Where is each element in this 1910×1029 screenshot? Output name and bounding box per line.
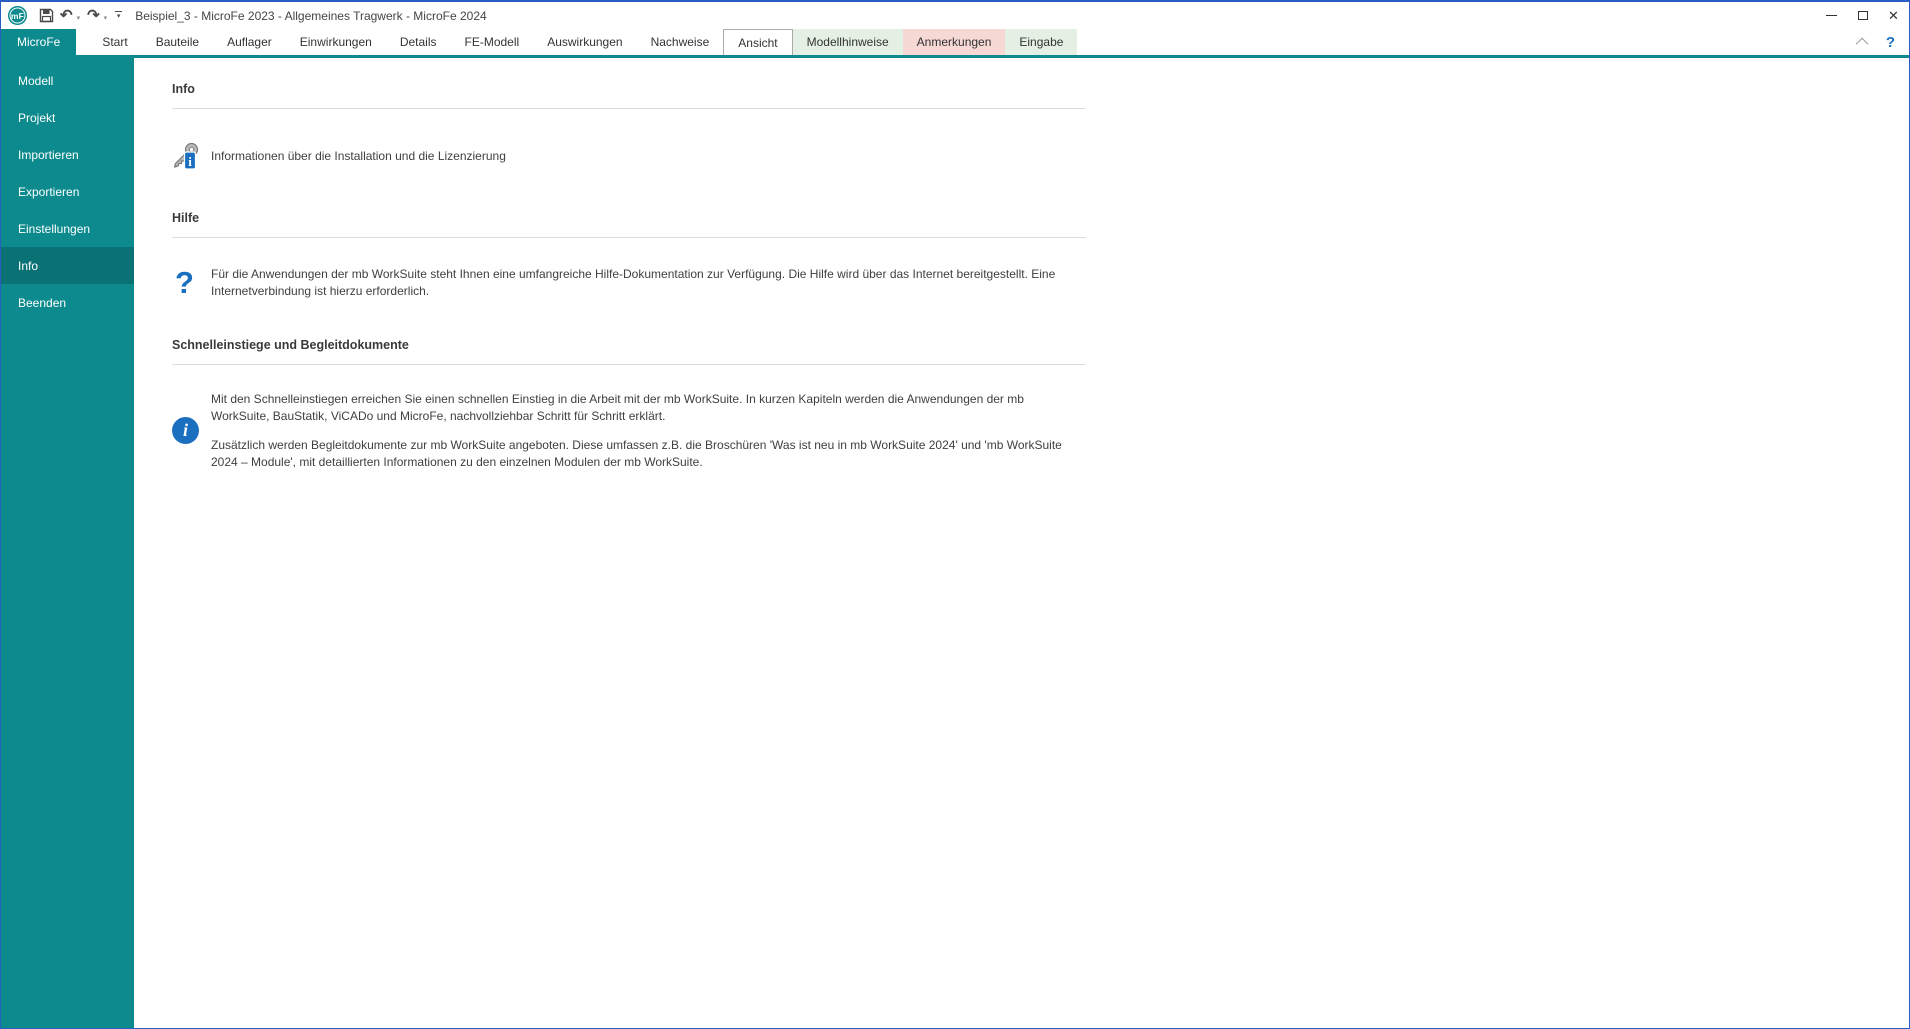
section-divider bbox=[172, 237, 1086, 238]
tab-nachweise[interactable]: Nachweise bbox=[637, 29, 724, 55]
redo-button[interactable]: ↷ bbox=[84, 5, 103, 27]
maximize-icon bbox=[1858, 11, 1868, 20]
window-controls: ✕ bbox=[1816, 2, 1909, 29]
redo-dropdown-icon[interactable]: ▾ bbox=[104, 15, 108, 22]
undo-dropdown-icon[interactable]: ▾ bbox=[77, 15, 81, 22]
help-info-row: ? Für die Anwendungen der mb WorkSuite s… bbox=[172, 266, 1909, 299]
application-window: mF ↶ ▾ ↷ ▾ ▾ Beispiel_3 - MicroFe 2023 bbox=[0, 0, 1910, 1029]
close-button[interactable]: ✕ bbox=[1878, 2, 1909, 29]
key-license-icon: i bbox=[172, 142, 203, 171]
help-button[interactable]: ? bbox=[1886, 34, 1895, 51]
quickstart-info-row: i Mit den Schnelleinstiegen erreichen Si… bbox=[172, 391, 1909, 470]
tab-einwirkungen[interactable]: Einwirkungen bbox=[286, 29, 386, 55]
app-logo-icon[interactable]: mF bbox=[8, 6, 27, 25]
icon-column: i bbox=[172, 417, 211, 444]
sidebar-item-info[interactable]: Info bbox=[1, 247, 134, 284]
quickstart-paragraph-1: Mit den Schnelleinstiegen erreichen Sie … bbox=[211, 391, 1077, 424]
backstage-sidebar: Modell Projekt Importieren Exportieren E… bbox=[1, 58, 134, 1028]
sidebar-item-projekt[interactable]: Projekt bbox=[1, 99, 134, 136]
ribbon-tab-bar: MicroFe Start Bauteile Auflager Einwirku… bbox=[1, 29, 1909, 55]
help-info-text: Für die Anwendungen der mb WorkSuite ste… bbox=[211, 266, 1077, 299]
license-info-row[interactable]: i Informationen über die Installation un… bbox=[172, 142, 1909, 171]
question-mark-icon: ? bbox=[175, 267, 194, 298]
section-heading-schnelleinstiege: Schnelleinstiege und Begleitdokumente bbox=[172, 338, 1909, 352]
undo-icon: ↶ bbox=[60, 8, 73, 23]
section-divider bbox=[172, 364, 1086, 365]
tab-fe-modell[interactable]: FE-Modell bbox=[451, 29, 534, 55]
license-info-text: Informationen über die Installation und … bbox=[211, 148, 506, 165]
section-schnelleinstiege: Schnelleinstiege und Begleitdokumente i … bbox=[172, 338, 1909, 470]
icon-column: i bbox=[172, 142, 211, 171]
minimize-icon bbox=[1826, 15, 1837, 16]
icon-column: ? bbox=[172, 267, 211, 298]
sidebar-item-beenden[interactable]: Beenden bbox=[1, 284, 134, 321]
tab-microfe[interactable]: MicroFe bbox=[1, 29, 76, 55]
quickstart-info-text: Mit den Schnelleinstiegen erreichen Sie … bbox=[211, 391, 1077, 470]
ribbon-right-controls: ? bbox=[1859, 29, 1909, 55]
redo-icon: ↷ bbox=[87, 8, 100, 23]
quick-access-toolbar: mF ↶ ▾ ↷ ▾ ▾ bbox=[8, 5, 126, 27]
tab-bauteile[interactable]: Bauteile bbox=[142, 29, 213, 55]
sidebar-item-modell[interactable]: Modell bbox=[1, 62, 134, 99]
tab-auflager[interactable]: Auflager bbox=[213, 29, 286, 55]
section-hilfe: Hilfe ? Für die Anwendungen der mb WorkS… bbox=[172, 211, 1909, 299]
title-bar: mF ↶ ▾ ↷ ▾ ▾ Beispiel_3 - MicroFe 2023 bbox=[1, 2, 1909, 29]
sidebar-item-einstellungen[interactable]: Einstellungen bbox=[1, 210, 134, 247]
section-heading-info: Info bbox=[172, 82, 1909, 96]
info-page-content: Info i Informationen über die Installati… bbox=[134, 58, 1909, 1028]
save-icon bbox=[39, 8, 54, 23]
quickstart-paragraph-2: Zusätzlich werden Begleitdokumente zur m… bbox=[211, 437, 1077, 470]
customize-quick-access-button[interactable]: ▾ bbox=[115, 11, 122, 20]
tab-eingabe[interactable]: Eingabe bbox=[1005, 29, 1077, 55]
backstage-view: Modell Projekt Importieren Exportieren E… bbox=[1, 58, 1909, 1028]
tab-auswirkungen[interactable]: Auswirkungen bbox=[533, 29, 636, 55]
section-heading-hilfe: Hilfe bbox=[172, 211, 1909, 225]
info-circle-icon: i bbox=[172, 417, 199, 444]
customize-dropdown-icon: ▾ bbox=[117, 13, 121, 20]
tab-ansicht[interactable]: Ansicht bbox=[723, 29, 792, 55]
tab-details[interactable]: Details bbox=[386, 29, 451, 55]
section-divider bbox=[172, 108, 1086, 109]
collapse-ribbon-icon[interactable] bbox=[1856, 37, 1869, 50]
tab-start[interactable]: Start bbox=[88, 29, 141, 55]
customize-bar-icon bbox=[115, 11, 122, 12]
minimize-button[interactable] bbox=[1816, 2, 1847, 29]
sidebar-item-importieren[interactable]: Importieren bbox=[1, 136, 134, 173]
sidebar-item-exportieren[interactable]: Exportieren bbox=[1, 173, 134, 210]
close-icon: ✕ bbox=[1888, 8, 1899, 24]
window-title: Beispiel_3 - MicroFe 2023 - Allgemeines … bbox=[135, 9, 1816, 23]
section-info: Info i Informationen über die Installati… bbox=[172, 82, 1909, 171]
tab-modellhinweise[interactable]: Modellhinweise bbox=[793, 29, 903, 55]
maximize-button[interactable] bbox=[1847, 2, 1878, 29]
svg-text:i: i bbox=[188, 154, 192, 169]
tab-anmerkungen[interactable]: Anmerkungen bbox=[903, 29, 1006, 55]
save-button[interactable] bbox=[36, 5, 57, 27]
undo-button[interactable]: ↶ bbox=[57, 5, 76, 27]
